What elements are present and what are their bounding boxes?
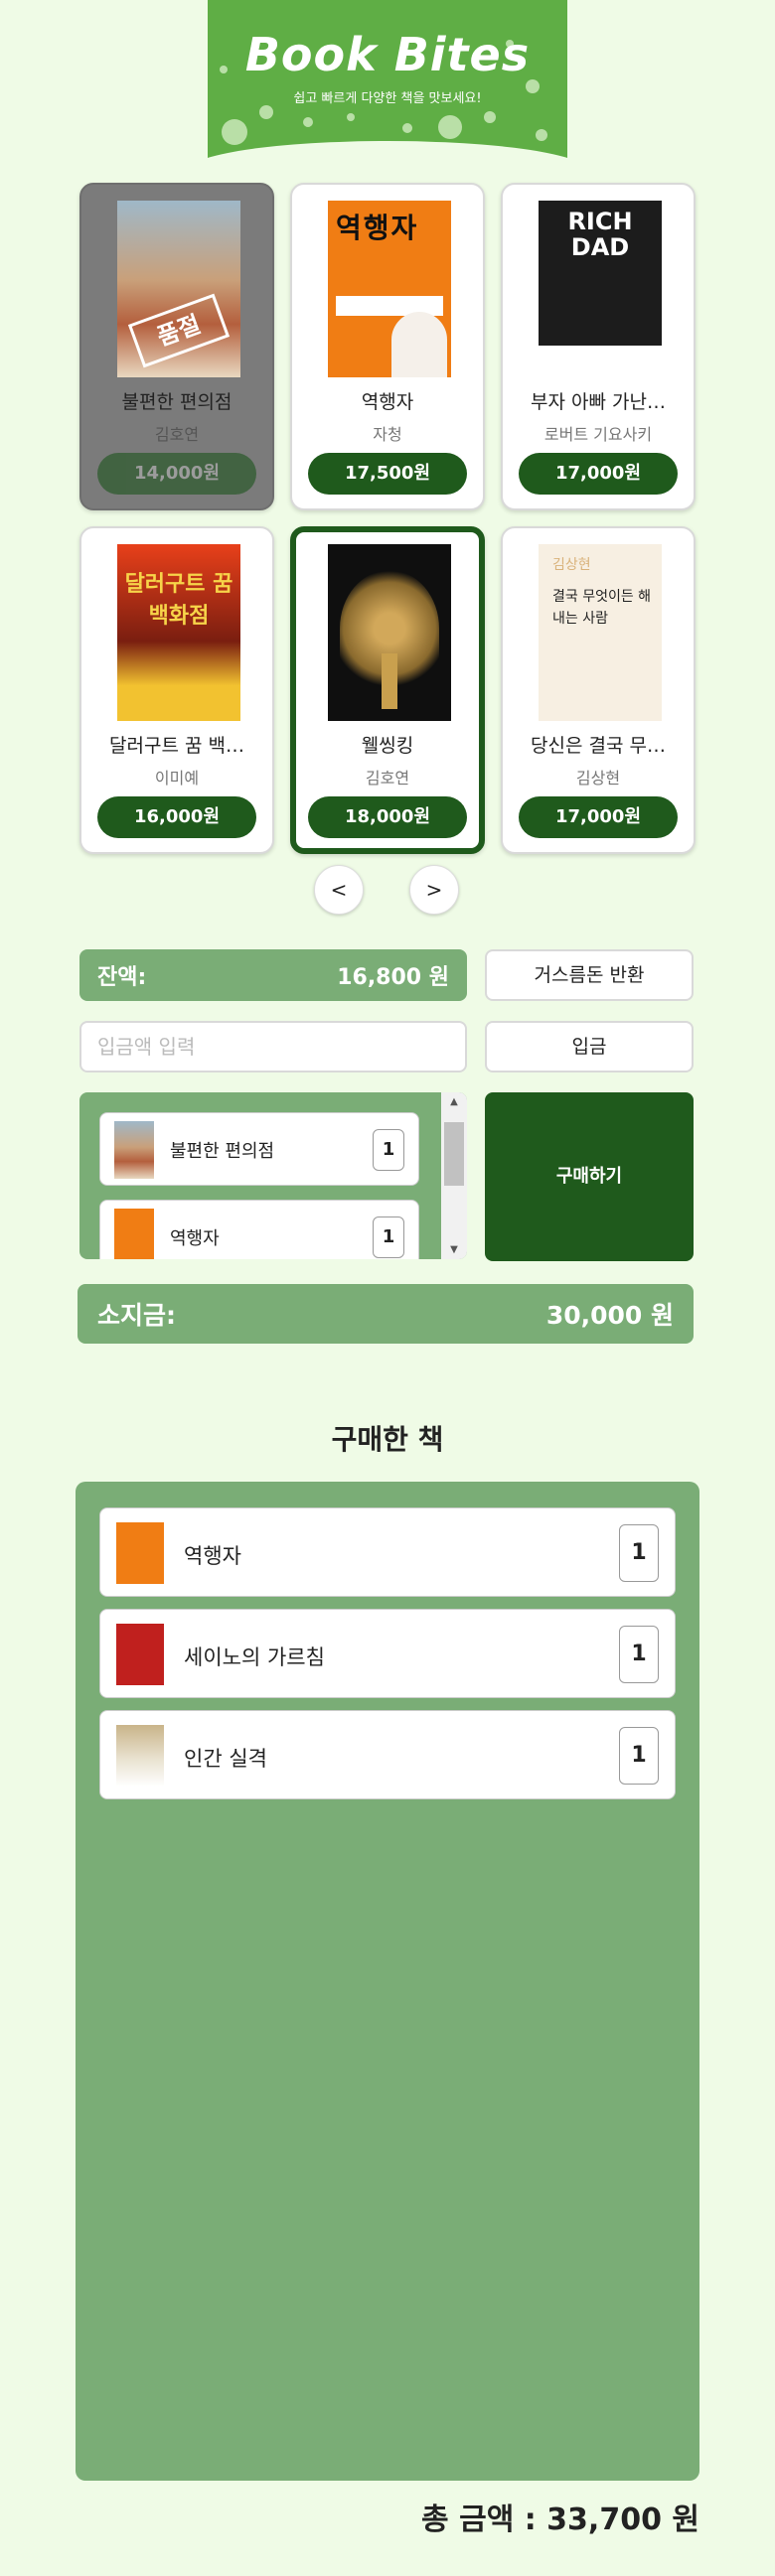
purchased-item-name: 역행자 bbox=[184, 1544, 241, 1568]
return-change-button[interactable]: 거스름돈 반환 bbox=[485, 949, 694, 1001]
book-card[interactable]: 김상현 결국 무엇이든 해내는 사람 당신은 결국 무… 김상현 17,000원 bbox=[501, 526, 696, 854]
scrollbar-thumb[interactable] bbox=[444, 1122, 464, 1186]
book-title: 역행자 bbox=[361, 391, 414, 413]
book-title: 웰씽킹 bbox=[361, 735, 414, 757]
cart-item-thumbnail bbox=[114, 1209, 154, 1259]
scroll-up-arrow-icon[interactable]: ▲ bbox=[441, 1096, 467, 1107]
wallet-value: 30,000 원 bbox=[545, 1301, 674, 1330]
book-title: 불편한 편의점 bbox=[121, 391, 232, 413]
cover-title: 결국 무엇이든 해내는 사람 bbox=[552, 589, 652, 627]
decor-dot bbox=[438, 115, 462, 139]
purchased-item-thumbnail bbox=[116, 1522, 164, 1584]
book-price-button[interactable]: 16,000원 bbox=[97, 796, 256, 838]
cart-list[interactable]: 불편한 편의점 1 역행자 1 ▲ ▼ bbox=[79, 1092, 467, 1259]
deposit-input[interactable] bbox=[79, 1021, 467, 1073]
decor-dot bbox=[259, 105, 273, 119]
decor-dot bbox=[303, 117, 313, 127]
book-price-button[interactable]: 17,000원 bbox=[519, 796, 678, 838]
book-price-button[interactable]: 17,500원 bbox=[308, 453, 467, 495]
purchase-button[interactable]: 구매하기 bbox=[485, 1092, 694, 1261]
banner-wave bbox=[208, 141, 567, 167]
book-title: 달러구트 꿈 백… bbox=[109, 735, 244, 757]
purchased-item-quantity: 1 bbox=[619, 1524, 659, 1582]
book-author: 김호연 bbox=[154, 425, 200, 444]
purchased-item: 역행자 1 bbox=[99, 1507, 676, 1597]
book-price-button[interactable]: 14,000원 bbox=[97, 453, 256, 495]
scroll-down-arrow-icon[interactable]: ▼ bbox=[441, 1244, 467, 1255]
book-cover-image: RICH DAD bbox=[539, 201, 662, 377]
decor-dot bbox=[402, 123, 412, 133]
book-card[interactable]: 역행자 역행자 자청 17,500원 bbox=[290, 183, 485, 510]
purchased-item-quantity: 1 bbox=[619, 1626, 659, 1683]
purchased-item: 세이노의 가르침 1 bbox=[99, 1609, 676, 1698]
book-author: 자청 bbox=[373, 425, 402, 444]
app-title: Book Bites bbox=[244, 28, 531, 81]
cart-item[interactable]: 역행자 1 bbox=[99, 1200, 419, 1259]
balance-label: 잔액: bbox=[97, 965, 147, 990]
app-subtitle: 쉽고 빠르게 다양한 책을 맛보세요! bbox=[293, 91, 482, 106]
wallet-display: 소지금: 30,000 원 bbox=[78, 1284, 694, 1344]
purchased-item-quantity: 1 bbox=[619, 1727, 659, 1785]
cover-title: 달러구트 꿈 백화점 bbox=[124, 572, 233, 629]
cover-title: 역행자 bbox=[336, 212, 419, 244]
book-cover-image: 달러구트 꿈 백화점 bbox=[117, 544, 240, 721]
cart-item-name: 불편한 편의점 bbox=[170, 1141, 275, 1162]
book-card[interactable]: 달러구트 꿈 백화점 달러구트 꿈 백… 이미예 16,000원 bbox=[79, 526, 274, 854]
purchased-item: 인간 실격 1 bbox=[99, 1710, 676, 1799]
cover-tree-trunk bbox=[382, 653, 397, 709]
book-title: 부자 아빠 가난… bbox=[531, 391, 666, 413]
book-cover-image: 김상현 결국 무엇이든 해내는 사람 bbox=[539, 544, 662, 721]
cart-item[interactable]: 불편한 편의점 1 bbox=[99, 1112, 419, 1186]
book-price-button[interactable]: 18,000원 bbox=[308, 796, 467, 838]
book-author: 김호연 bbox=[365, 769, 410, 787]
book-author: 김상현 bbox=[575, 769, 621, 787]
book-title: 당신은 결국 무… bbox=[531, 735, 666, 757]
cart-scrollbar[interactable]: ▲ ▼ bbox=[441, 1092, 467, 1259]
balance-value: 16,800 원 bbox=[337, 965, 449, 990]
cover-author: 김상현 bbox=[552, 557, 591, 573]
purchased-item-name: 인간 실격 bbox=[184, 1747, 267, 1771]
balance-display: 잔액: 16,800 원 bbox=[79, 949, 467, 1001]
book-cover-image: 역행자 bbox=[328, 201, 451, 377]
total-amount: 총 금액 : 33,700 원 bbox=[421, 2503, 699, 2537]
cart-item-thumbnail bbox=[114, 1121, 154, 1179]
cover-footer bbox=[539, 346, 662, 377]
cart-item-quantity[interactable]: 1 bbox=[373, 1129, 404, 1171]
deposit-button[interactable]: 입금 bbox=[485, 1021, 694, 1073]
decor-dot bbox=[222, 119, 247, 145]
header-banner: Book Bites 쉽고 빠르게 다양한 책을 맛보세요! bbox=[208, 0, 567, 167]
purchased-item-name: 세이노의 가르침 bbox=[184, 1646, 325, 1669]
decor-dot bbox=[484, 111, 496, 123]
purchased-item-thumbnail bbox=[116, 1725, 164, 1787]
wallet-label: 소지금: bbox=[97, 1301, 176, 1330]
book-author: 로버트 기요사키 bbox=[543, 425, 653, 444]
purchased-list: 역행자 1 세이노의 가르침 1 인간 실격 1 bbox=[76, 1482, 699, 2481]
cart-item-quantity[interactable]: 1 bbox=[373, 1216, 404, 1258]
next-page-button[interactable]: > bbox=[409, 865, 459, 915]
cart-item-name: 역행자 bbox=[170, 1228, 220, 1249]
decor-dot bbox=[347, 113, 355, 121]
cover-title: RICH DAD bbox=[567, 208, 633, 261]
book-card[interactable]: 품절 불편한 편의점 김호연 14,000원 bbox=[79, 183, 274, 510]
book-card-selected[interactable]: 웰씽킹 김호연 18,000원 bbox=[290, 526, 485, 854]
purchased-item-thumbnail bbox=[116, 1624, 164, 1685]
prev-page-button[interactable]: < bbox=[314, 865, 364, 915]
book-author: 이미예 bbox=[154, 769, 200, 787]
book-cover-image bbox=[328, 544, 451, 721]
purchased-section-title: 구매한 책 bbox=[331, 1423, 444, 1456]
decor-dot bbox=[536, 129, 547, 141]
book-card[interactable]: RICH DAD 부자 아빠 가난… 로버트 기요사키 17,000원 bbox=[501, 183, 696, 510]
cover-portrait bbox=[391, 312, 447, 377]
book-price-button[interactable]: 17,000원 bbox=[519, 453, 678, 495]
